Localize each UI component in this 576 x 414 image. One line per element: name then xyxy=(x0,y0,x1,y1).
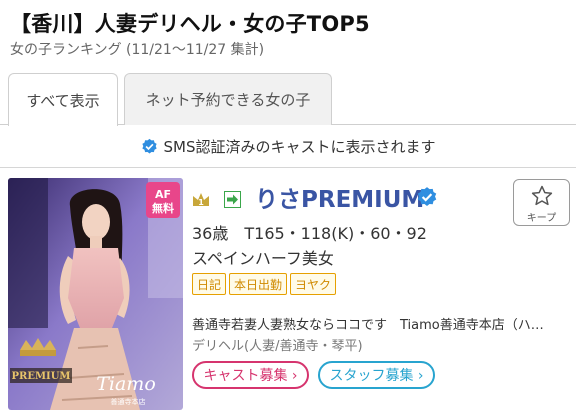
af-badge-line2: 無料 xyxy=(152,201,174,215)
keep-button[interactable]: キープ xyxy=(513,179,570,226)
verified-check-icon xyxy=(417,187,437,207)
ranking-period: 女の子ランキング (11/21〜11/27 集計) xyxy=(10,42,265,58)
cast-stats: 36歳 T165・118(K)・60・92 xyxy=(192,224,427,243)
cast-tags: 日記 本日出勤 ヨヤク xyxy=(192,273,337,295)
cast-recruit-button[interactable]: キャスト募集 › xyxy=(192,361,309,389)
brand-sub: 善通寺本店 xyxy=(111,397,146,406)
crown-icon: 1 xyxy=(193,193,209,207)
cast-photo[interactable]: AF 無料 PREMIUM Tiamo 善通寺本店 xyxy=(8,178,183,410)
sms-notice: SMS認証済みのキャストに表示されます xyxy=(0,126,576,168)
cast-catchphrase: スペインハーフ美女 xyxy=(192,249,334,268)
shop-link[interactable]: 善通寺若妻人妻熟女ならココです Tiamo善通寺本店（ハ… xyxy=(192,314,544,333)
tab-show-all[interactable]: すべて表示 xyxy=(8,73,118,126)
rank-number: 1 xyxy=(198,198,204,207)
tab-bar: すべて表示 ネット予約できる女の子 xyxy=(0,73,576,126)
cast-name-link[interactable]: りさPREMIUM xyxy=(255,180,424,214)
af-badge-line1: AF xyxy=(155,188,171,201)
tag-working-today[interactable]: 本日出勤 xyxy=(229,273,288,295)
rank-up-arrow-icon xyxy=(224,191,241,208)
tag-diary[interactable]: 日記 xyxy=(192,273,227,295)
page-title: 【香川】人妻デリヘル・女の子TOP5 xyxy=(10,12,370,36)
tab-net-reservation[interactable]: ネット予約できる女の子 xyxy=(124,73,332,125)
keep-label: キープ xyxy=(526,213,557,224)
brand-logo: Tiamo xyxy=(96,373,156,395)
verified-check-icon xyxy=(141,138,157,154)
sms-notice-text: SMS認証済みのキャストに表示されます xyxy=(163,138,436,156)
premium-label: PREMIUM xyxy=(12,371,71,382)
staff-recruit-button[interactable]: スタッフ募集 › xyxy=(318,361,435,389)
tag-reservation[interactable]: ヨヤク xyxy=(290,273,337,295)
shop-area: デリヘル(人妻/善通寺・琴平) xyxy=(192,339,363,354)
star-icon xyxy=(531,185,552,206)
